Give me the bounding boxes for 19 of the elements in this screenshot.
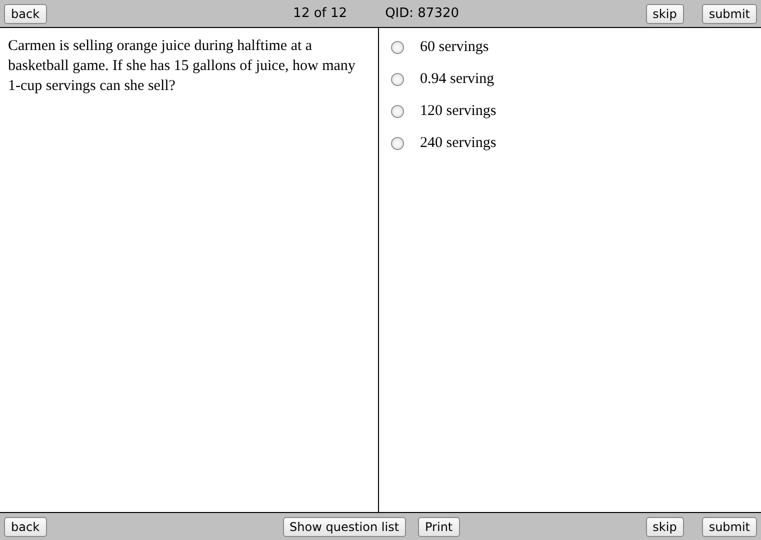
radio-button[interactable] xyxy=(391,136,404,150)
skip-button[interactable]: skip xyxy=(646,4,684,24)
question-id: QID: 87320 xyxy=(385,6,460,21)
print-button[interactable]: Print xyxy=(418,516,460,536)
back-button[interactable]: back xyxy=(4,516,47,536)
question-counter: 12 of 12 xyxy=(293,6,348,21)
question-text: Carmen is selling orange juice during halftime at a basketball game. If she has 15 gallons of juice, how many 1-cup servings can she sell? xyxy=(8,37,356,96)
radio-button[interactable] xyxy=(391,40,404,54)
submit-button[interactable]: submit xyxy=(702,516,758,536)
radio-button[interactable] xyxy=(391,104,404,118)
skip-button[interactable]: skip xyxy=(646,516,684,536)
answer-option[interactable]: 240 servings xyxy=(420,134,496,152)
answer-option[interactable]: 120 servings xyxy=(420,102,496,120)
show-question-list-button[interactable]: Show question list xyxy=(282,516,406,536)
submit-button[interactable]: submit xyxy=(702,4,758,24)
radio-button[interactable] xyxy=(391,72,404,86)
answer-option[interactable]: 0.94 serving xyxy=(420,70,494,88)
back-button[interactable]: back xyxy=(4,4,47,24)
answer-option[interactable]: 60 servings xyxy=(420,38,489,56)
